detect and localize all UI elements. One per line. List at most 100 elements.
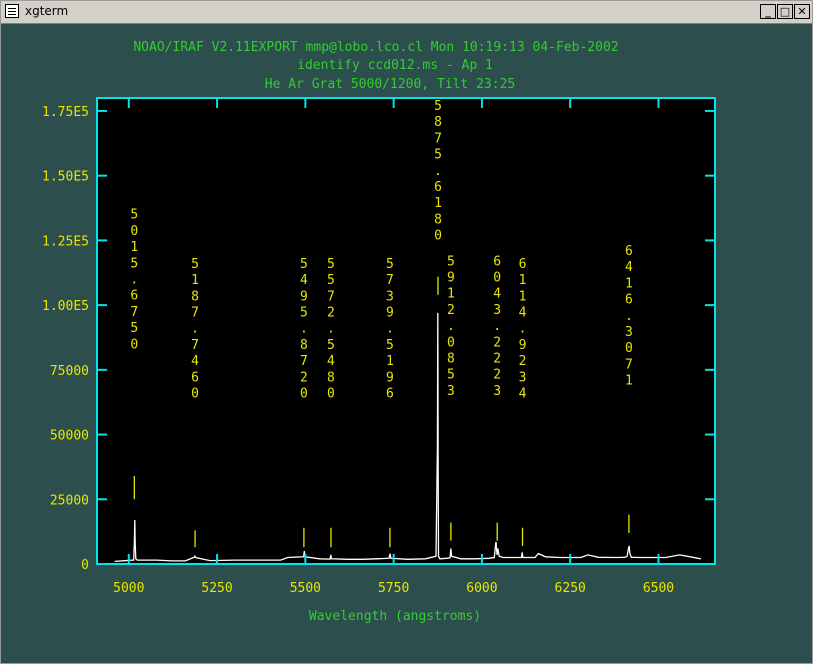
- line-label-char: .: [434, 164, 442, 179]
- line-label-char: 7: [130, 305, 138, 320]
- line-label-char: 1: [625, 374, 633, 389]
- line-label-char: 7: [327, 289, 335, 304]
- line-label-char: 6: [519, 257, 527, 272]
- line-label-char: 1: [130, 240, 138, 255]
- y-tick-label: 0: [81, 558, 89, 573]
- line-label-char: .: [519, 322, 527, 337]
- line-label-char: 3: [386, 289, 394, 304]
- line-label-char: 1: [519, 273, 527, 288]
- line-label-char: 1: [434, 196, 442, 211]
- line-label-char: 6: [386, 387, 394, 402]
- line-label-char: 2: [493, 352, 501, 367]
- line-label-char: .: [327, 322, 335, 337]
- line-label-char: 7: [191, 306, 199, 321]
- line-label-char: 2: [493, 368, 501, 383]
- line-label-char: 4: [519, 387, 527, 402]
- line-label-char: 0: [327, 387, 335, 402]
- line-label-char: 1: [386, 354, 394, 369]
- identify-plot: NOAO/IRAF V2.11EXPORT mmp@lobo.lco.cl Mo…: [42, 40, 716, 624]
- x-tick-label: 5750: [378, 581, 409, 596]
- line-label-char: .: [191, 322, 199, 337]
- line-label-char: 5: [327, 257, 335, 272]
- maximize-button[interactable]: □: [777, 4, 793, 19]
- line-label-char: 5: [434, 148, 442, 163]
- line-label-char: 8: [434, 212, 442, 227]
- line-label-char: 5: [327, 273, 335, 288]
- line-label-char: 7: [386, 273, 394, 288]
- y-tick-label: 1.00E5: [42, 299, 89, 314]
- y-tick-label: 75000: [50, 364, 89, 379]
- line-label-char: 6: [625, 293, 633, 308]
- line-label-char: 9: [386, 370, 394, 385]
- line-label-char: 0: [191, 387, 199, 402]
- line-label-char: 5: [300, 306, 308, 321]
- line-label-char: .: [300, 322, 308, 337]
- plot-area: [97, 98, 715, 564]
- line-label-char: 5: [447, 368, 455, 383]
- line-label-char: .: [130, 273, 138, 288]
- line-label-char: 5: [434, 99, 442, 114]
- line-label-char: 9: [386, 306, 394, 321]
- line-label-char: 1: [519, 289, 527, 304]
- line-label-char: 0: [300, 387, 308, 402]
- line-label-char: 8: [434, 115, 442, 130]
- line-label-char: 5: [300, 257, 308, 272]
- line-label-char: 5: [130, 256, 138, 271]
- line-label-char: 5: [130, 208, 138, 223]
- line-label-char: 5: [386, 257, 394, 272]
- line-label-char: 8: [191, 289, 199, 304]
- line-label-char: 9: [519, 338, 527, 353]
- line-label-char: 8: [327, 370, 335, 385]
- line-label-char: 6: [493, 254, 501, 269]
- x-tick-label: 6000: [466, 581, 497, 596]
- line-label-char: 2: [493, 335, 501, 350]
- x-tick-label: 6500: [643, 581, 674, 596]
- line-label-char: 0: [434, 229, 442, 244]
- line-label-char: 5: [447, 254, 455, 269]
- line-label-char: .: [447, 319, 455, 334]
- line-label-char: 2: [327, 306, 335, 321]
- line-label-char: 2: [300, 370, 308, 385]
- line-label-char: 4: [625, 260, 633, 275]
- close-button[interactable]: ✕: [794, 4, 810, 19]
- line-label-char: 1: [447, 287, 455, 302]
- line-label-char: 9: [300, 289, 308, 304]
- line-label-char: 7: [434, 131, 442, 146]
- x-tick-label: 6250: [555, 581, 586, 596]
- line-label-char: 6: [625, 244, 633, 259]
- line-label-char: 0: [130, 224, 138, 239]
- line-label-char: .: [386, 322, 394, 337]
- header-line-3: He Ar Grat 5000/1200, Tilt 23:25: [265, 77, 515, 92]
- line-label-char: 3: [447, 384, 455, 399]
- line-label-char: 3: [493, 303, 501, 318]
- line-label-char: 4: [493, 287, 501, 302]
- line-label-char: 0: [447, 335, 455, 350]
- line-label-char: 4: [519, 306, 527, 321]
- line-label-char: 0: [625, 341, 633, 356]
- line-label-char: 5: [130, 321, 138, 336]
- line-label-char: 3: [519, 370, 527, 385]
- line-label-char: 5: [327, 338, 335, 353]
- line-label-char: 3: [625, 325, 633, 340]
- y-tick-label: 1.50E5: [42, 170, 89, 185]
- minimize-button[interactable]: _: [760, 4, 776, 19]
- line-label-char: 6: [130, 289, 138, 304]
- line-label-char: 2: [447, 303, 455, 318]
- line-label-char: 7: [300, 354, 308, 369]
- line-label-char: 8: [300, 338, 308, 353]
- line-label-char: 6: [191, 370, 199, 385]
- line-label-char: 1: [625, 276, 633, 291]
- window-title: xgterm: [25, 4, 69, 18]
- line-label-char: 0: [130, 337, 138, 352]
- terminal-menu-icon[interactable]: [5, 4, 19, 18]
- line-label-char: 1: [191, 273, 199, 288]
- x-tick-label: 5250: [201, 581, 232, 596]
- line-label-char: 0: [493, 271, 501, 286]
- title-bar[interactable]: xgterm _ □ ✕: [1, 1, 812, 24]
- x-tick-label: 5000: [113, 581, 144, 596]
- line-label-char: 8: [447, 352, 455, 367]
- line-label-char: 3: [493, 384, 501, 399]
- line-label-char: 5: [386, 338, 394, 353]
- line-label-char: 4: [327, 354, 335, 369]
- line-label-char: .: [493, 319, 501, 334]
